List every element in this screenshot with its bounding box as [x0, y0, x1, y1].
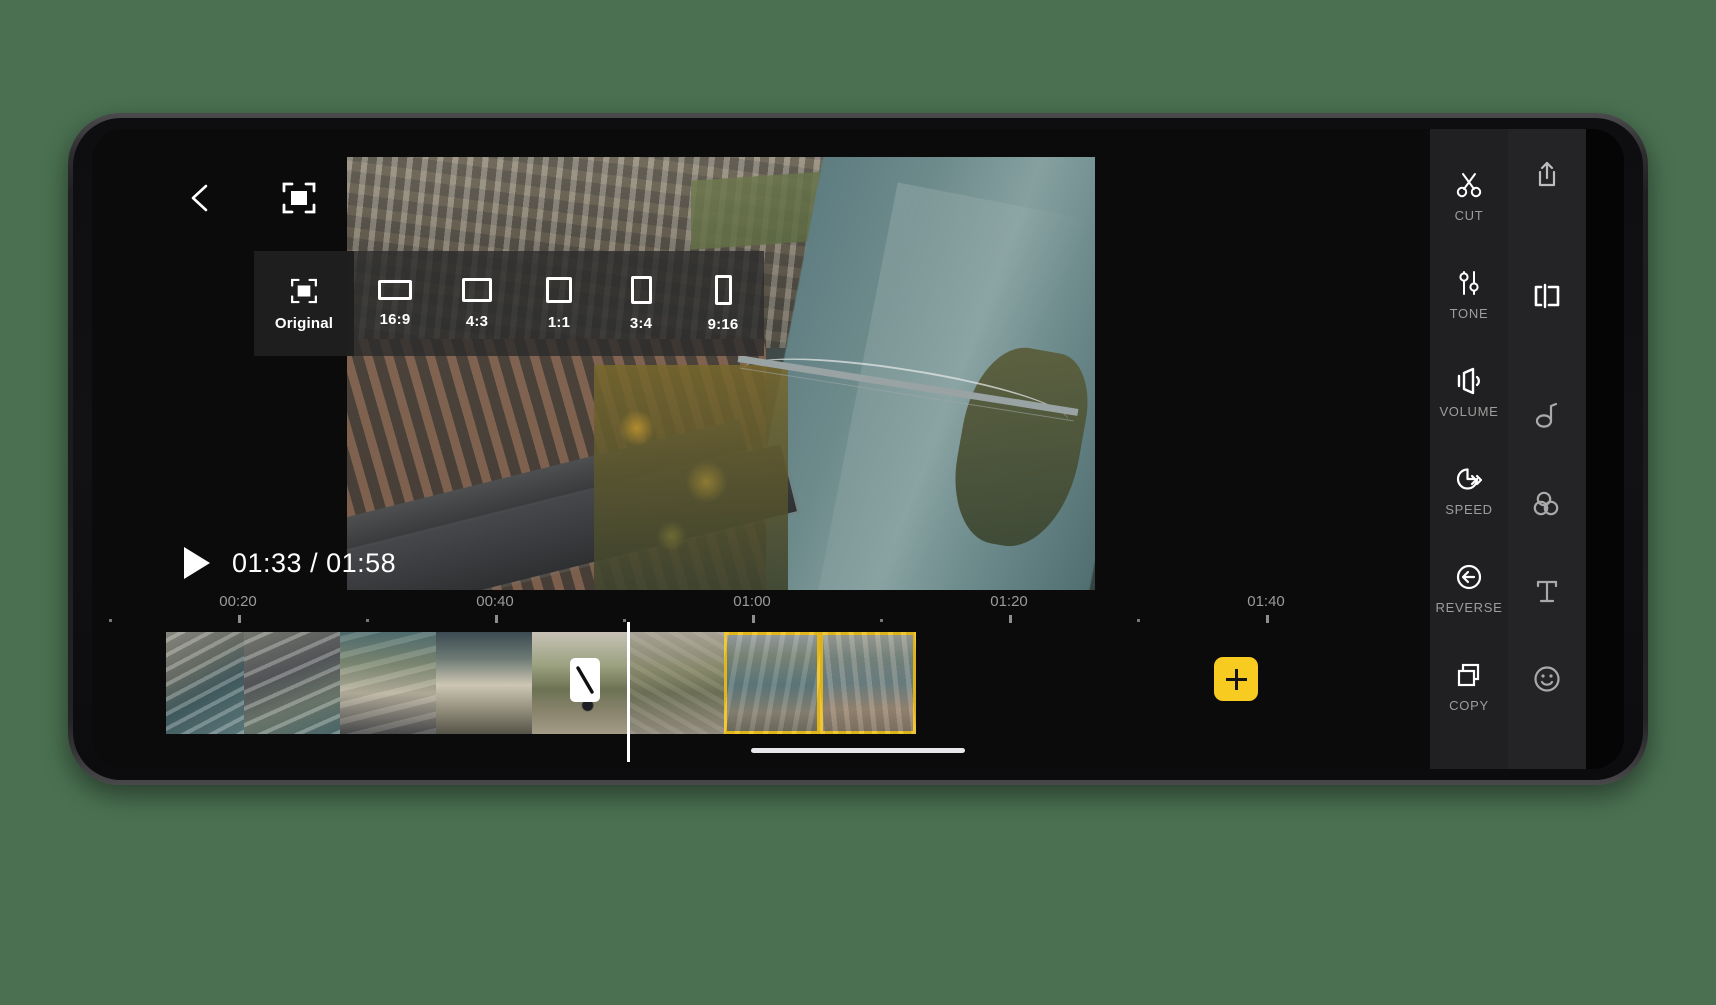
tool-volume[interactable]: VOLUME: [1430, 343, 1508, 441]
table-row[interactable]: [166, 632, 244, 734]
aspect-ratio-panel: Original 16:9 4:3 1:1 3:4 9:16: [254, 251, 764, 356]
ratio-option-1-1[interactable]: 1:1: [518, 251, 600, 356]
ruler-label-3: 01:00: [733, 593, 771, 610]
timecode-label: 01:33 / 01:58: [232, 547, 397, 578]
ratio-label-3-4: 3:4: [629, 314, 653, 332]
tool-tone[interactable]: TONE: [1430, 245, 1508, 343]
screen-right-edge: [1586, 129, 1624, 769]
scissors-icon: [1456, 172, 1482, 197]
timeline-filmstrip[interactable]: [166, 632, 1246, 734]
rect-3-4-icon: [630, 275, 652, 304]
top-bar: [92, 129, 1624, 229]
ruler-label-2: 00:40: [476, 593, 514, 610]
tool-cut[interactable]: CUT: [1430, 147, 1508, 245]
ratio-option-3-4[interactable]: 3:4: [600, 251, 682, 356]
rect-9-16-icon: [714, 274, 732, 305]
ratio-label-9-16: 9:16: [707, 315, 739, 333]
video-editor-app: Original 16:9 4:3 1:1 3:4 9:16 01:33 / 0…: [92, 129, 1624, 769]
screenshot-stage: Original 16:9 4:3 1:1 3:4 9:16 01:33 / 0…: [0, 0, 1716, 1005]
back-button[interactable]: [184, 181, 218, 215]
sliders-icon: [1459, 270, 1479, 295]
crop-split-icon: [1534, 283, 1560, 309]
tool-speed[interactable]: SPEED: [1430, 441, 1508, 539]
tool-rail: CUT TONE VOLUME SPEED REVERSE COPY: [1430, 129, 1508, 769]
smiley-emoji-icon: [1534, 666, 1560, 692]
table-row[interactable]: [244, 632, 340, 734]
ratio-option-4-3[interactable]: 4:3: [436, 251, 518, 356]
plus-icon-vertical: [1234, 668, 1238, 690]
crop-tool-button[interactable]: [280, 179, 318, 217]
phone-screen: Original 16:9 4:3 1:1 3:4 9:16 01:33 / 0…: [92, 129, 1624, 769]
table-row[interactable]: [724, 632, 820, 734]
play-button[interactable]: [184, 547, 210, 579]
ratio-option-original[interactable]: Original: [254, 251, 354, 356]
ratio-label-1-1: 1:1: [547, 313, 571, 331]
playback-controls: 01:33 / 01:58: [184, 547, 396, 579]
add-clip-button[interactable]: [1214, 657, 1258, 701]
share-export-button[interactable]: [1508, 129, 1586, 221]
rect-1-1-icon: [546, 276, 572, 303]
tool-label-speed: SPEED: [1445, 501, 1493, 517]
ratio-option-9-16[interactable]: 9:16: [682, 251, 764, 356]
ruler-label-5: 01:40: [1247, 593, 1285, 610]
emoji-button[interactable]: [1508, 635, 1586, 723]
ratio-label-4-3: 4:3: [465, 312, 489, 330]
table-row[interactable]: [340, 632, 436, 734]
rect-16-9-icon: [378, 279, 412, 300]
tool-copy[interactable]: COPY: [1430, 637, 1508, 735]
ratio-label-16-9: 16:9: [379, 310, 411, 328]
filters-button[interactable]: [1508, 459, 1586, 547]
transition-handle[interactable]: [570, 658, 600, 702]
text-button[interactable]: [1508, 547, 1586, 635]
table-row[interactable]: [628, 632, 724, 734]
tool-label-reverse: REVERSE: [1435, 599, 1503, 615]
icon-rail: [1508, 129, 1586, 769]
table-row[interactable]: [820, 632, 916, 734]
copy-squares-icon: [1457, 663, 1480, 686]
ruler-label-1: 00:20: [219, 593, 257, 610]
text-t-icon: [1536, 580, 1558, 603]
playhead-icon[interactable]: [627, 622, 630, 762]
phone-device-frame: Original 16:9 4:3 1:1 3:4 9:16 01:33 / 0…: [68, 113, 1648, 785]
ratio-option-16-9[interactable]: 16:9: [354, 251, 436, 356]
timeline-ruler: 00:20 00:40 01:00 01:20 01:40: [92, 593, 1624, 633]
tool-label-volume: VOLUME: [1439, 403, 1499, 419]
transition-diagonal-icon: [576, 666, 594, 694]
clock-fast-icon: [1456, 467, 1483, 490]
tool-label-cut: CUT: [1454, 207, 1484, 223]
filters-overlap-icon: [1533, 491, 1559, 516]
crop-split-button[interactable]: [1508, 221, 1586, 371]
chevron-left-icon: [191, 184, 208, 212]
ratio-label-original: Original: [274, 314, 334, 332]
home-indicator: [751, 748, 965, 753]
crop-frame-icon: [282, 182, 316, 214]
arrow-left-circle-icon: [1456, 564, 1482, 589]
music-button[interactable]: [1508, 371, 1586, 459]
ruler-label-4: 01:20: [990, 593, 1028, 610]
share-export-icon: [1538, 161, 1556, 187]
table-row[interactable]: [436, 632, 532, 734]
preview-trees-layer: [593, 364, 789, 590]
tool-label-tone: TONE: [1449, 305, 1489, 321]
speaker-icon: [1457, 367, 1480, 394]
rect-4-3-icon: [462, 277, 492, 302]
tool-reverse[interactable]: REVERSE: [1430, 539, 1508, 637]
tool-label-copy: COPY: [1449, 697, 1489, 713]
frame-original-icon: [291, 278, 317, 303]
music-note-icon: [1535, 402, 1558, 428]
